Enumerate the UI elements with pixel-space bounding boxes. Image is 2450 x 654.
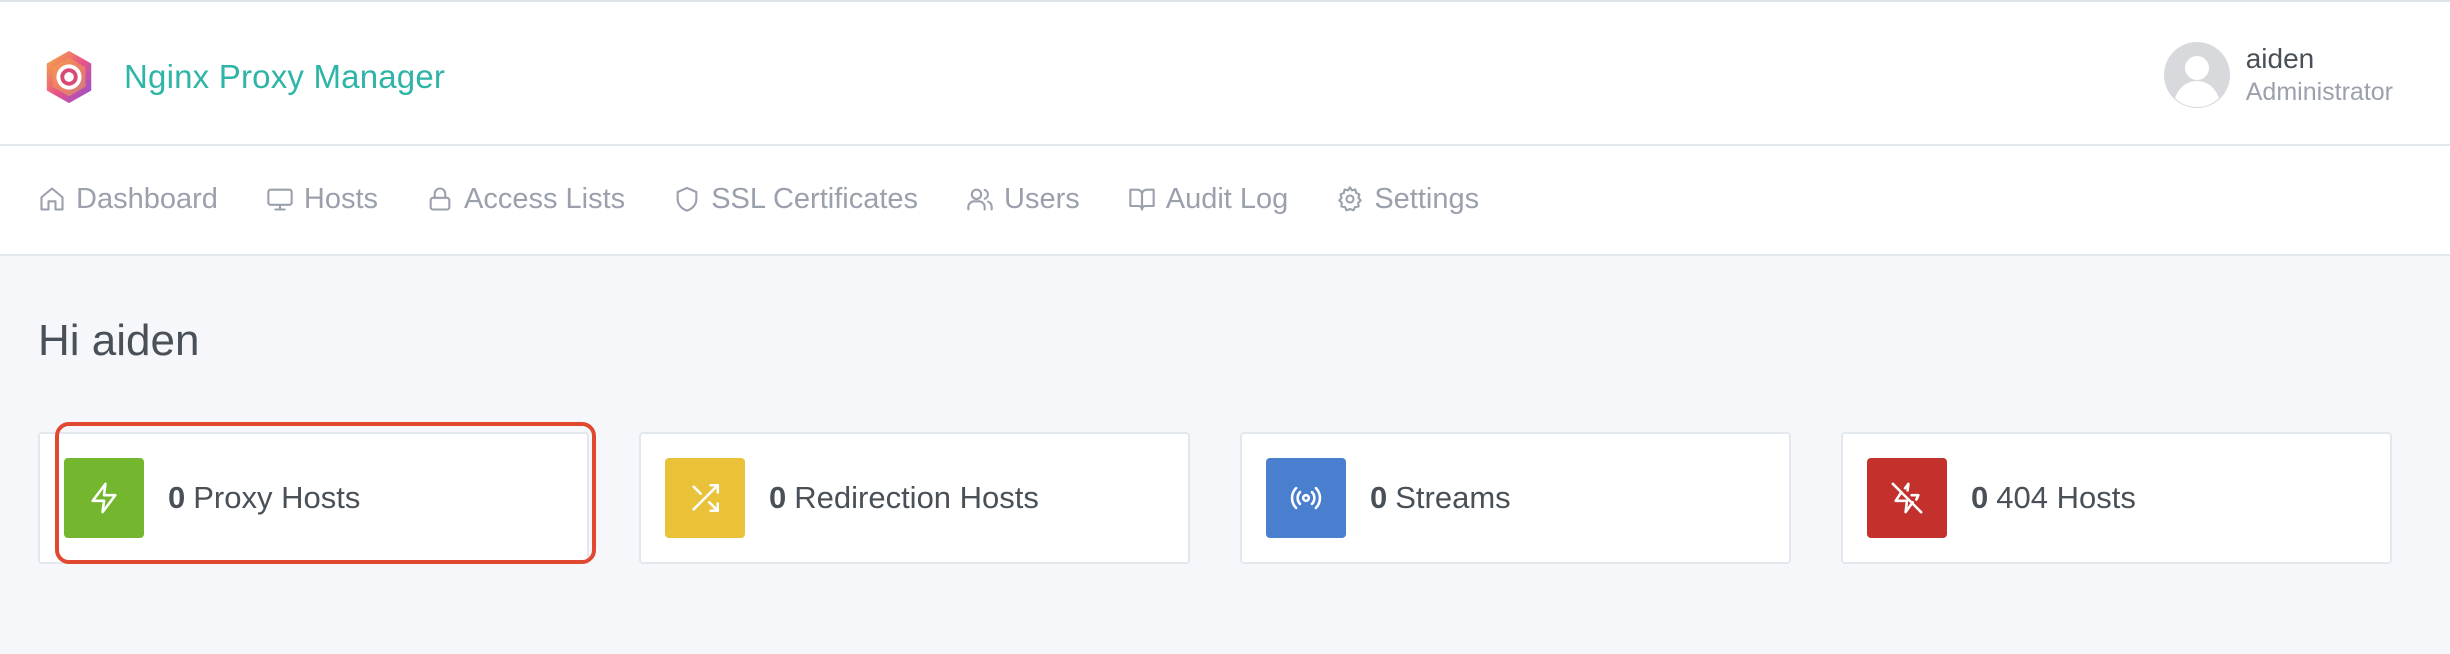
nav-item-audit-log[interactable]: Audit Log [1128, 182, 1289, 216]
shuffle-icon [692, 483, 720, 513]
monitor-icon [267, 188, 293, 211]
nav-item-label: Audit Log [1165, 182, 1289, 215]
app-title: Nginx Proxy Manager [124, 58, 446, 95]
page-title: Hi aiden [38, 316, 200, 365]
card-icon-badge [64, 458, 144, 538]
card-count: 0 [168, 480, 186, 515]
nav-item-label: SSL Certificates [711, 182, 919, 215]
user-role: Administrator [2245, 78, 2393, 107]
nav-item-label: Dashboard [76, 182, 218, 215]
nav-item-label: Access Lists [464, 182, 626, 215]
nav-item-access-lists[interactable]: Access Lists [426, 183, 625, 216]
nav-item-dashboard[interactable]: Dashboard [38, 183, 218, 216]
proxy-hosts-card[interactable]: 0 Proxy Hosts [38, 432, 589, 564]
nav-item-label: Hosts [303, 182, 379, 215]
card-label: Proxy Hosts [193, 480, 361, 515]
card-icon-badge [1867, 458, 1947, 538]
stats-cards: 0 Proxy Hosts 0 Redirection Hosts 0 Stre… [38, 432, 2392, 564]
card-label: Redirection Hosts [794, 480, 1039, 515]
user-name: aiden [2245, 43, 2315, 75]
card-count: 0 [1971, 480, 1989, 515]
home-icon [40, 187, 64, 211]
card-count: 0 [769, 480, 787, 515]
top-header: Nginx Proxy Manager aiden Administrator [0, 0, 2450, 146]
card-label: 404 Hosts [1996, 480, 2136, 515]
card-count: 0 [1370, 480, 1388, 515]
lock-icon [429, 187, 451, 211]
nav-item-hosts[interactable]: Hosts [266, 183, 378, 216]
card-icon-badge [1266, 458, 1346, 538]
nav-item-label: Settings [1374, 182, 1480, 215]
zap-icon [91, 482, 117, 514]
nav-item-label: Users [1004, 182, 1080, 215]
streams-card[interactable]: 0 Streams [1240, 432, 1791, 564]
main-nav: Dashboard Hosts Access Lists SSL Certifi… [0, 146, 2450, 256]
redirection-hosts-card[interactable]: 0 Redirection Hosts [639, 432, 1190, 564]
users-icon [967, 188, 993, 211]
shield-icon [676, 186, 698, 212]
brand-link[interactable]: Nginx Proxy Manager [40, 45, 445, 109]
nav-item-ssl-certificates[interactable]: SSL Certificates [673, 183, 918, 216]
404-hosts-card[interactable]: 0 404 Hosts [1841, 432, 2392, 564]
card-icon-badge [665, 458, 745, 538]
zap-off-icon [1891, 482, 1923, 514]
book-icon [1129, 188, 1155, 211]
radio-icon [1290, 486, 1322, 510]
user-menu[interactable]: aiden Administrator [2163, 42, 2393, 108]
gear-icon [1338, 186, 1363, 212]
nav-item-settings[interactable]: Settings [1336, 183, 1479, 216]
avatar [2163, 42, 2230, 108]
nginx-proxy-manager-logo [46, 50, 92, 104]
card-label: Streams [1395, 480, 1511, 515]
nav-item-users[interactable]: Users [966, 183, 1080, 216]
